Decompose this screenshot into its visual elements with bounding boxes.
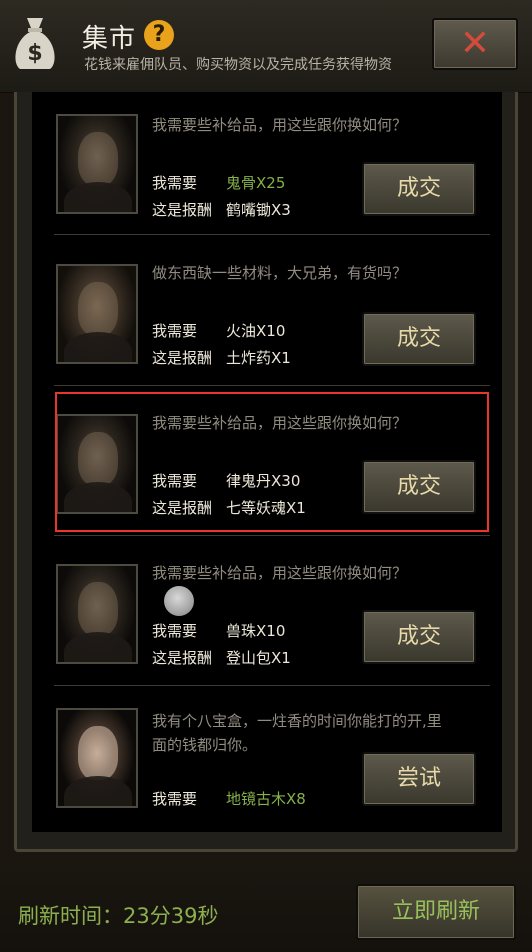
npc-portrait [56, 564, 138, 664]
need-label: 我需要 [152, 622, 198, 640]
row-divider [54, 535, 490, 536]
npc-portrait [56, 708, 138, 808]
deal-button[interactable]: 成交 [362, 312, 476, 366]
need-label: 我需要 [152, 174, 198, 192]
need-label: 我需要 [152, 322, 198, 340]
trade-request-text: 我需要些补给品，用这些跟你换如何？ [152, 564, 408, 582]
selected-trade-highlight [55, 392, 489, 532]
need-item: 鬼骨X25 [226, 174, 286, 192]
need-item: 地镜古木X8 [226, 790, 306, 808]
row-divider [54, 685, 490, 686]
touch-indicator [164, 586, 194, 616]
npc-portrait [56, 264, 138, 364]
row-divider [54, 234, 490, 235]
deal-button[interactable]: 成交 [362, 610, 476, 664]
trade-request-text: 我需要些补给品，用这些跟你换如何？ [152, 116, 408, 134]
trade-request-text: 我有个八宝盒，一炷香的时间你能打的开,里 [152, 712, 442, 730]
try-button[interactable]: 尝试 [362, 752, 476, 806]
header-bar: $ 集市 ? 花钱来雇佣队员、购买物资以及完成任务获得物资 ✕ [0, 0, 532, 93]
money-bag-icon: $ [15, 18, 55, 69]
reward-label: 这是报酬 [152, 649, 213, 667]
page-subtitle: 花钱来雇佣队员、购买物资以及完成任务获得物资 [84, 57, 392, 73]
help-icon[interactable]: ? [144, 20, 174, 50]
reward-label: 这是报酬 [152, 201, 213, 219]
need-item: 兽珠X10 [226, 622, 286, 640]
deal-button[interactable]: 成交 [362, 162, 476, 216]
refresh-now-button[interactable]: 立即刷新 [356, 884, 516, 940]
need-label: 我需要 [152, 790, 198, 808]
svg-text:$: $ [27, 41, 42, 66]
page-title: 集市 [82, 24, 137, 54]
row-divider [54, 385, 490, 386]
npc-portrait [56, 114, 138, 214]
trade-request-text-line2: 面的钱都归你。 [152, 736, 258, 754]
close-icon: ✕ [459, 23, 491, 64]
close-button[interactable]: ✕ [432, 18, 518, 70]
reward-item: 土炸药X1 [226, 349, 291, 367]
reward-label: 这是报酬 [152, 349, 213, 367]
refresh-timer: 刷新时间：23分39秒 [18, 904, 219, 928]
reward-item: 登山包X1 [226, 649, 291, 667]
need-item: 火油X10 [226, 322, 286, 340]
reward-item: 鹤嘴锄X3 [226, 201, 291, 219]
trade-request-text: 做东西缺一些材料，大兄弟，有货吗？ [152, 264, 408, 282]
